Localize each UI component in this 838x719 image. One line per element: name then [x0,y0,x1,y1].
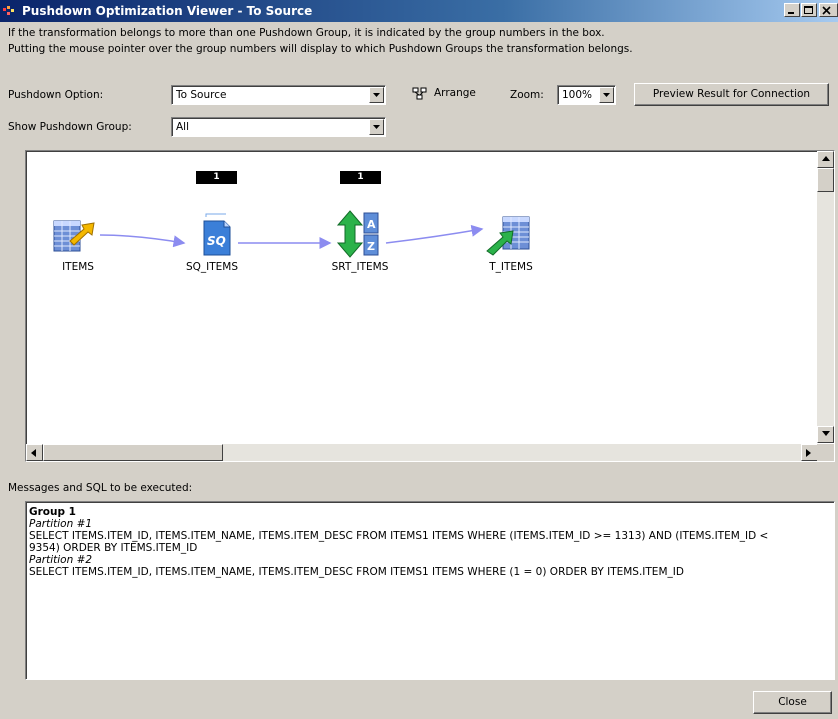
source-qualifier-icon: SQ [203,213,231,256]
horizontal-scrollbar[interactable] [26,444,818,461]
informatica-app-icon [3,6,14,15]
scroll-corner [817,444,834,461]
vertical-scrollbar[interactable] [817,151,834,443]
pushdown-option-value: To Source [176,89,227,101]
info-text-line-2: Putting the mouse pointer over the group… [8,43,633,55]
partition-2-heading: Partition #2 [29,554,93,566]
title-bar[interactable]: Pushdown Optimization Viewer - To Source [0,0,838,22]
pushdown-group-badge[interactable]: 1 [196,171,237,184]
source-definition-icon [53,220,95,252]
close-button[interactable]: Close [753,691,832,714]
close-window-button[interactable] [819,3,838,17]
pushdown-option-label: Pushdown Option: [8,89,104,101]
link-lines [99,224,484,249]
maximize-icon [804,6,813,14]
zoom-select[interactable]: 100% [557,85,616,105]
minimize-button[interactable] [784,3,800,17]
link-srt-to-target [385,224,484,244]
sql-statement-1-line-2: 9354) ORDER BY ITEMS.ITEM_ID [29,542,198,554]
pushdown-option-select[interactable]: To Source [171,85,386,105]
chevron-down-icon [822,431,830,436]
svg-text:A: A [367,218,376,231]
sql-statement-2: SELECT ITEMS.ITEM_ID, ITEMS.ITEM_NAME, I… [29,566,684,578]
arrange-icon [412,87,427,100]
close-x-icon [822,6,831,15]
svg-text:Z: Z [367,240,375,253]
horizontal-scroll-thumb[interactable] [43,444,223,461]
sql-statement-1-line-1: SELECT ITEMS.ITEM_ID, ITEMS.ITEM_NAME, I… [29,530,769,542]
messages-sql-panel[interactable]: Group 1 Partition #1 SELECT ITEMS.ITEM_I… [25,501,835,680]
node-label: SRT_ITEMS [331,261,389,273]
messages-label: Messages and SQL to be executed: [8,482,193,494]
chevron-up-icon [822,156,830,161]
show-pushdown-group-label: Show Pushdown Group: [8,121,132,133]
node-label: ITEMS [62,261,94,273]
partition-1-heading: Partition #1 [29,518,93,530]
scroll-down-button[interactable] [817,426,834,443]
link-items-to-sq [99,234,186,248]
chevron-down-icon[interactable] [369,119,384,135]
chevron-right-icon [806,449,811,457]
node-label: T_ITEMS [489,261,533,273]
window-title: Pushdown Optimization Viewer - To Source [22,4,313,18]
mapping-canvas[interactable]: ITEMS 1 SQ SQ_ITEMS 1 A Z SRT_ITEMS T_IT… [25,150,835,462]
arrange-label: Arrange [434,87,476,99]
zoom-label: Zoom: [510,89,544,101]
scroll-right-button[interactable] [801,444,818,461]
show-pushdown-group-select[interactable]: All [171,117,386,137]
arrange-button[interactable]: Arrange [410,85,482,103]
show-pushdown-group-value: All [176,121,190,133]
preview-result-button[interactable]: Preview Result for Connection [634,83,829,106]
vertical-scroll-thumb[interactable] [817,168,834,192]
zoom-value: 100% [562,89,593,101]
node-label: SQ_ITEMS [185,261,239,273]
target-definition-icon [486,216,530,256]
minimize-icon [788,12,794,14]
maximize-button[interactable] [801,3,817,17]
scroll-up-button[interactable] [817,151,834,168]
svg-text:SQ: SQ [207,234,226,248]
group-heading: Group 1 [29,506,76,518]
info-text-line-1: If the transformation belongs to more th… [8,27,605,39]
chevron-down-icon[interactable] [369,87,384,103]
chevron-down-icon[interactable] [599,87,614,103]
scroll-left-button[interactable] [26,444,43,461]
sorter-icon: A Z [336,210,379,258]
pushdown-group-badge[interactable]: 1 [340,171,381,184]
chevron-left-icon [31,449,36,457]
